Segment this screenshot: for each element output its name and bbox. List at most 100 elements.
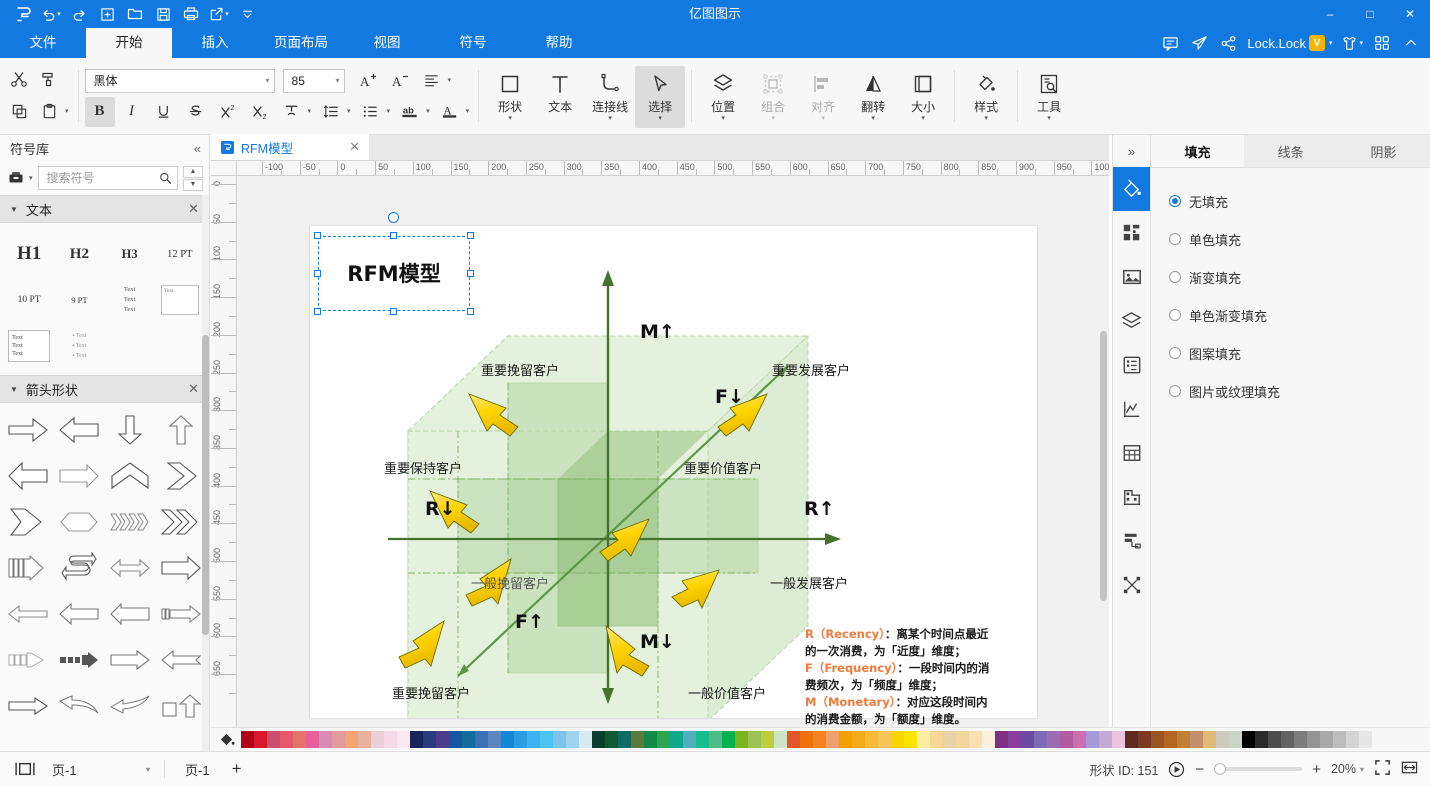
color-swatch[interactable] xyxy=(579,731,592,748)
striped-arrow-right-icon[interactable] xyxy=(2,545,53,591)
page-tab-1[interactable]: 页-1 xyxy=(173,760,222,779)
select-tool-button[interactable]: 选择 ▾ xyxy=(635,66,686,128)
color-swatch[interactable] xyxy=(1164,731,1177,748)
text-symbol-textbox[interactable]: Text xyxy=(155,277,205,323)
color-swatch[interactable] xyxy=(1255,731,1268,748)
more-icon[interactable] xyxy=(234,2,260,26)
curved-arrow-left-icon[interactable] xyxy=(53,683,104,729)
color-swatch[interactable] xyxy=(1216,731,1229,748)
tab-line[interactable]: 线条 xyxy=(1244,135,1337,167)
color-swatch[interactable] xyxy=(787,731,800,748)
building-icon[interactable] xyxy=(1113,475,1150,519)
color-swatch[interactable] xyxy=(319,731,332,748)
scroll-down-button[interactable]: ▼ xyxy=(183,178,203,191)
menu-page-layout[interactable]: 页面布局 xyxy=(258,28,344,58)
arrow-left-wide-icon[interactable] xyxy=(2,453,53,499)
close-section-text-icon[interactable]: ✕ xyxy=(188,201,199,217)
zoom-out-button[interactable]: − xyxy=(1195,761,1204,778)
color-swatch[interactable] xyxy=(293,731,306,748)
style-tool-button[interactable]: 样式 ▾ xyxy=(961,66,1011,128)
color-swatch[interactable] xyxy=(1320,731,1333,748)
section-arrows-header[interactable]: ▼ 箭头形状 ✕ xyxy=(0,375,209,403)
copy-icon[interactable] xyxy=(4,96,34,126)
color-swatch[interactable] xyxy=(865,731,878,748)
bold-button[interactable]: B xyxy=(84,96,115,127)
fit-screen-icon[interactable] xyxy=(1374,759,1391,779)
font-color-button[interactable]: A ▾ xyxy=(435,97,473,127)
s-curve-arrow-icon[interactable] xyxy=(53,545,104,591)
increase-font-size-icon[interactable]: A xyxy=(353,66,383,96)
arrow-left-tailed-icon[interactable] xyxy=(156,637,207,683)
close-section-arrows-icon[interactable]: ✕ xyxy=(188,381,199,397)
text-symbol-list-box[interactable]: Text Text Text xyxy=(4,323,54,369)
scroll-up-button[interactable]: ▲ xyxy=(183,165,203,178)
fill-option-mono-gradient[interactable]: 单色渐变填充 xyxy=(1169,296,1430,334)
color-swatch[interactable] xyxy=(956,731,969,748)
collapse-ribbon-icon[interactable] xyxy=(1398,30,1424,56)
minimize-button[interactable]: – xyxy=(1310,0,1350,28)
arrow-down-icon[interactable] xyxy=(105,407,156,453)
text-symbol-h1[interactable]: H1 xyxy=(4,231,54,277)
color-swatch[interactable] xyxy=(1346,731,1359,748)
color-swatch[interactable] xyxy=(826,731,839,748)
comment-icon[interactable] xyxy=(1157,30,1183,56)
text-symbol-h3[interactable]: H3 xyxy=(105,231,155,277)
color-swatch[interactable] xyxy=(696,731,709,748)
color-swatch[interactable] xyxy=(1047,731,1060,748)
color-swatch[interactable] xyxy=(462,731,475,748)
arrow-left-plain-icon[interactable] xyxy=(2,591,53,637)
canvas-scroll-zone[interactable]: M↑ M↓ R↑ R↓ F↓ F↑ 重要挽留客户 重要发展客户 重要保持客户 重… xyxy=(237,176,1109,751)
color-swatch[interactable] xyxy=(553,731,566,748)
format-painter-icon[interactable] xyxy=(34,64,64,94)
text-symbol-9pt[interactable]: 9 PT xyxy=(54,277,104,323)
resize-handle-ne[interactable] xyxy=(467,232,474,239)
text-symbol-10pt[interactable]: 10 PT xyxy=(4,277,54,323)
color-swatch[interactable] xyxy=(904,731,917,748)
color-swatch[interactable] xyxy=(267,731,280,748)
color-swatch[interactable] xyxy=(930,731,943,748)
save-icon[interactable] xyxy=(150,2,176,26)
export-icon[interactable]: ▾ xyxy=(206,2,232,26)
flip-tool-button[interactable]: 翻转 ▾ xyxy=(848,66,898,128)
text-symbol-empty-1[interactable] xyxy=(105,323,155,369)
color-swatch[interactable] xyxy=(1112,731,1125,748)
color-swatch[interactable] xyxy=(800,731,813,748)
color-swatch[interactable] xyxy=(1307,731,1320,748)
text-symbol-bullets[interactable]: ▪ Text ▪ Text ▪ Text xyxy=(54,323,104,369)
color-swatch[interactable] xyxy=(280,731,293,748)
table-icon[interactable] xyxy=(1113,431,1150,475)
text-symbol-empty-2[interactable] xyxy=(155,323,205,369)
menu-file[interactable]: 文件 xyxy=(0,28,86,58)
color-swatch[interactable] xyxy=(1034,731,1047,748)
position-tool-button[interactable]: 位置 ▾ xyxy=(698,66,748,128)
dotted-bold-arrow-icon[interactable] xyxy=(53,637,104,683)
share-icon[interactable] xyxy=(1215,30,1241,56)
arrow-left-block-icon[interactable] xyxy=(53,407,104,453)
color-swatch[interactable] xyxy=(670,731,683,748)
fill-option-gradient[interactable]: 渐变填充 xyxy=(1169,258,1430,296)
page-select-dropdown[interactable]: 页-1 ▾ xyxy=(36,757,156,781)
color-swatch[interactable] xyxy=(306,731,319,748)
zoom-slider[interactable] xyxy=(1214,763,1303,775)
color-swatch[interactable] xyxy=(501,731,514,748)
text-symbol-h2[interactable]: H2 xyxy=(54,231,104,277)
scatter-nodes-icon[interactable] xyxy=(1113,563,1150,607)
text-tool-button[interactable]: 文本 xyxy=(535,66,585,128)
new-icon[interactable] xyxy=(94,2,120,26)
color-swatch[interactable] xyxy=(683,731,696,748)
arrow-left-sharp-icon[interactable] xyxy=(105,591,156,637)
curved-arrow-left2-icon[interactable] xyxy=(105,683,156,729)
color-swatch[interactable] xyxy=(475,731,488,748)
palette-fill-icon[interactable] xyxy=(211,731,241,748)
apps-grid-icon[interactable] xyxy=(1369,30,1395,56)
tab-fill[interactable]: 填充 xyxy=(1151,135,1244,167)
color-swatch[interactable] xyxy=(813,731,826,748)
line-spacing-button[interactable]: ▾ xyxy=(316,97,354,127)
color-swatch[interactable] xyxy=(592,731,605,748)
color-swatch[interactable] xyxy=(1138,731,1151,748)
subscript-button[interactable]: 2 xyxy=(245,97,275,127)
color-swatch[interactable] xyxy=(1359,731,1372,748)
color-swatch[interactable] xyxy=(1333,731,1346,748)
color-swatch[interactable] xyxy=(722,731,735,748)
arrow-right-icon[interactable] xyxy=(2,407,53,453)
